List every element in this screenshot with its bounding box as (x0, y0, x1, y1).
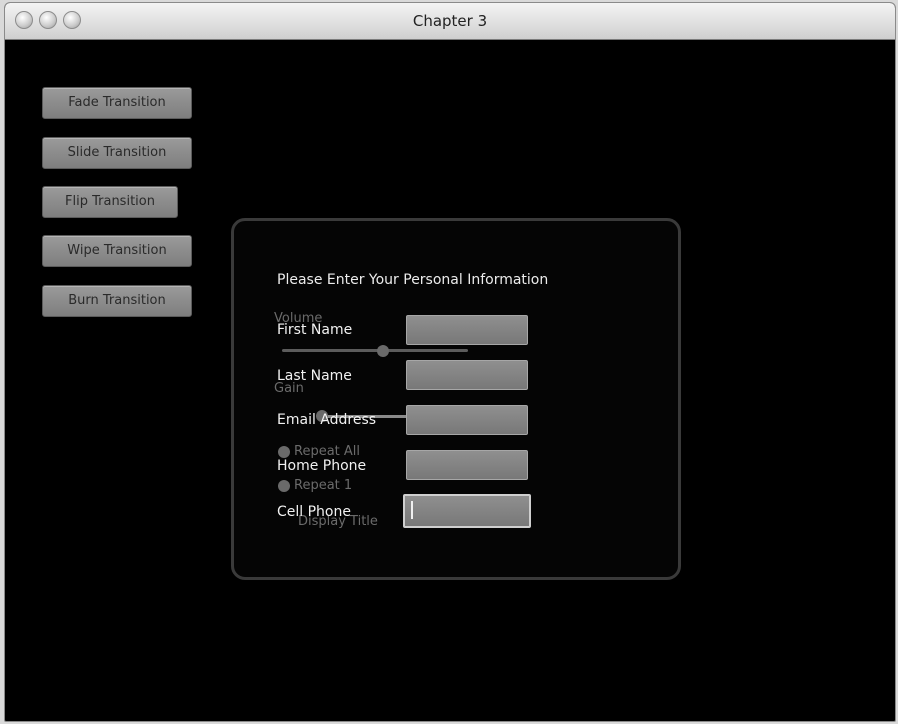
ghost-volume-slider (282, 349, 468, 352)
last-name-label: Last Name (277, 368, 352, 384)
first-name-label: First Name (277, 322, 353, 338)
cell-phone-field[interactable] (403, 494, 531, 528)
title-bar[interactable]: Chapter 3 (5, 3, 895, 40)
cell-phone-label: Cell Phone (277, 504, 351, 520)
app-window: Chapter 3 Fade Transition Slide Transiti… (4, 2, 896, 722)
ghost-repeat-all-label: Repeat All (294, 444, 361, 459)
slide-transition-button[interactable]: Slide Transition (42, 137, 192, 169)
ghost-radio-repeat-one (278, 480, 290, 492)
wipe-transition-button[interactable]: Wipe Transition (42, 235, 192, 267)
window-title: Chapter 3 (412, 12, 488, 30)
ghost-repeat-one-label: Repeat 1 (294, 478, 353, 493)
form-heading: Please Enter Your Personal Information (277, 272, 549, 288)
personal-info-form: Volume Gain Repeat All Repeat 1 Display … (231, 218, 681, 580)
first-name-field[interactable] (406, 315, 528, 345)
fade-transition-button[interactable]: Fade Transition (42, 87, 192, 119)
last-name-field[interactable] (406, 360, 528, 390)
ghost-radio-repeat-all (278, 446, 290, 458)
flip-transition-button[interactable]: Flip Transition (42, 186, 178, 218)
burn-transition-button[interactable]: Burn Transition (42, 285, 192, 317)
email-address-label: Email Address (277, 412, 377, 428)
home-phone-field[interactable] (406, 450, 528, 480)
text-caret (411, 501, 413, 519)
email-address-field[interactable] (406, 405, 528, 435)
ghost-volume-knob (377, 345, 389, 357)
home-phone-label: Home Phone (277, 458, 367, 474)
